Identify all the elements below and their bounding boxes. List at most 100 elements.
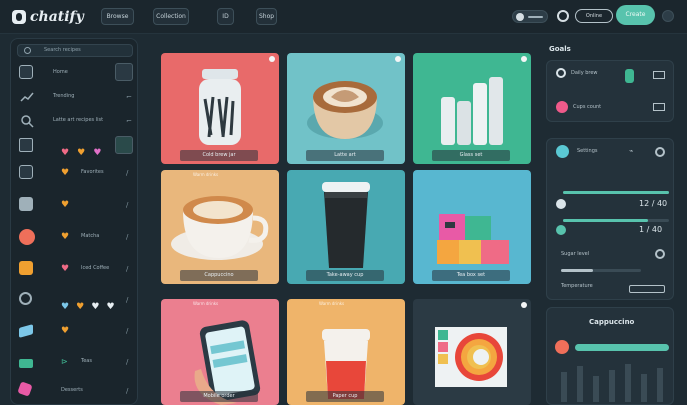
edit-icon[interactable]: /	[126, 388, 131, 395]
cup-icon	[625, 69, 634, 83]
favorite-toggle[interactable]	[269, 56, 275, 62]
sidebar-item-desserts[interactable]: Desserts /	[17, 381, 135, 403]
sidebar-item-trending[interactable]: Trending ⌐	[17, 87, 135, 109]
tag-icon	[19, 323, 35, 339]
reaction-hearts: ♥ ♥ ♥ ♥	[61, 294, 115, 313]
basket-icon	[19, 354, 35, 370]
heart-icon: ♥	[61, 264, 70, 274]
nav-collection[interactable]: Collection	[153, 8, 189, 25]
favorite-toggle[interactable]	[395, 56, 401, 62]
notifications-icon[interactable]	[557, 10, 569, 22]
flame-icon	[556, 101, 568, 113]
nav-shop[interactable]: Shop	[256, 8, 277, 25]
sidebar-item-label: Home	[53, 69, 68, 75]
slider-1[interactable]	[563, 191, 669, 194]
avatar[interactable]	[662, 10, 674, 22]
sidebar-item-label: Matcha	[81, 233, 100, 239]
search-icon	[19, 113, 35, 129]
slider-fill	[561, 269, 593, 272]
nav-id[interactable]: ID	[217, 8, 234, 25]
edit-icon[interactable]: /	[126, 359, 131, 366]
heart-icon: ♥	[76, 302, 85, 312]
edit-icon[interactable]: /	[126, 297, 131, 304]
slider-knob[interactable]	[556, 199, 566, 209]
document-icon	[19, 165, 35, 181]
info-icon[interactable]	[655, 249, 665, 259]
select-field[interactable]	[629, 285, 665, 293]
favorite-toggle[interactable]	[521, 56, 527, 62]
edit-icon[interactable]: /	[126, 202, 131, 209]
heart-icon: ♥	[61, 302, 70, 312]
chevron-icon[interactable]: ⌁	[629, 147, 633, 155]
color-chart-image	[435, 327, 507, 387]
edit-icon[interactable]: /	[126, 328, 131, 335]
card-category: Warm drinks	[193, 301, 219, 306]
favorite-toggle[interactable]	[521, 302, 527, 308]
product-card[interactable]: Warm drinks Cappuccino	[161, 170, 279, 284]
slider-fill	[563, 191, 669, 194]
goals-card: Daily brew Cups count	[546, 60, 674, 122]
search-input[interactable]: Search recipes	[17, 44, 133, 57]
slider-knob[interactable]	[556, 225, 566, 235]
setting-label: Sugar level	[561, 251, 590, 257]
heart-icon: ♥	[77, 148, 86, 158]
settings-card: Settings ⌁ 12 / 40 1 / 40 Sugar level Te…	[546, 138, 674, 300]
sidebar-item-iced-coffee[interactable]: ♥ Iced Coffee /	[17, 259, 135, 281]
product-card[interactable]: Warm drinks Paper cup	[287, 299, 405, 405]
heart-icon: ♥	[106, 302, 115, 312]
sidebar-item-favorites[interactable]: ♥ Favorites /	[17, 163, 135, 185]
expand-icon[interactable]	[115, 63, 133, 81]
logo-text: chatify	[30, 9, 84, 25]
sidebar-item-recipes[interactable]: Latte art recipes list ⌐	[17, 111, 135, 133]
sidebar-item-drinks[interactable]: ♥ /	[17, 321, 135, 343]
product-card[interactable]: Glass set	[413, 53, 531, 164]
edit-icon[interactable]: /	[126, 266, 131, 273]
search-icon	[24, 47, 31, 54]
sidebar-item-teas[interactable]: ⊳ Teas /	[17, 352, 135, 374]
card-category: Warm drinks	[319, 301, 345, 306]
bookmark-icon[interactable]: ⌐	[126, 94, 132, 101]
status-pill[interactable]: Online	[575, 9, 613, 23]
card-tag: Mobile order	[180, 391, 258, 402]
bar-chart	[561, 364, 663, 402]
product-card[interactable]: Latte art	[287, 53, 405, 164]
progress-bar	[575, 344, 669, 351]
create-button[interactable]: Create	[616, 5, 655, 25]
menu-icon[interactable]	[653, 103, 665, 111]
edit-icon[interactable]: /	[126, 170, 131, 177]
card-tag: Paper cup	[306, 391, 384, 402]
teal-circle-icon[interactable]	[115, 136, 133, 154]
progress-fill	[575, 344, 669, 351]
slider-value: 1 / 40	[639, 225, 663, 234]
slider-3[interactable]	[561, 269, 641, 272]
sidebar-item-matcha[interactable]: ♥ Matcha /	[17, 227, 135, 249]
flag-icon: ⊳	[61, 357, 68, 366]
info-icon[interactable]	[655, 147, 665, 157]
product-card[interactable]	[413, 299, 531, 405]
logo-icon	[12, 10, 26, 24]
sidebar-item-home[interactable]: Home	[17, 63, 135, 85]
drop-icon	[556, 145, 569, 158]
image-icon	[19, 197, 35, 213]
sidebar-item-photos[interactable]: ♥ /	[17, 195, 135, 217]
cappuccino-image	[171, 196, 269, 260]
record-icon[interactable]	[555, 340, 569, 354]
menu-icon[interactable]	[653, 71, 665, 79]
logo[interactable]: chatify	[12, 7, 84, 27]
sidebar-item-smoothies[interactable]: ♥ ♥ ♥ ♥ /	[17, 290, 135, 312]
theme-toggle[interactable]	[512, 10, 548, 23]
heart-icon: ♥	[93, 148, 102, 158]
card-tag: Glass set	[432, 150, 510, 161]
product-card[interactable]: Warm drinks Mobile order	[161, 299, 279, 405]
card-tag: Cappuccino	[180, 270, 258, 281]
bookmark-icon[interactable]: ⌐	[126, 118, 132, 125]
slider-2[interactable]	[563, 219, 669, 222]
product-card[interactable]: Cold brew jar	[161, 53, 279, 164]
top-bar: chatify Browse Collection ID Shop Online…	[0, 0, 687, 34]
edit-icon[interactable]: /	[126, 234, 131, 241]
sidebar-item-reactions[interactable]: ♥ ♥ ♥	[17, 136, 135, 158]
heart-icon: ♥	[61, 326, 70, 336]
product-card[interactable]: Take-away cup	[287, 170, 405, 284]
nav-browse[interactable]: Browse	[101, 8, 134, 25]
product-card[interactable]: Tea box set	[413, 170, 531, 284]
